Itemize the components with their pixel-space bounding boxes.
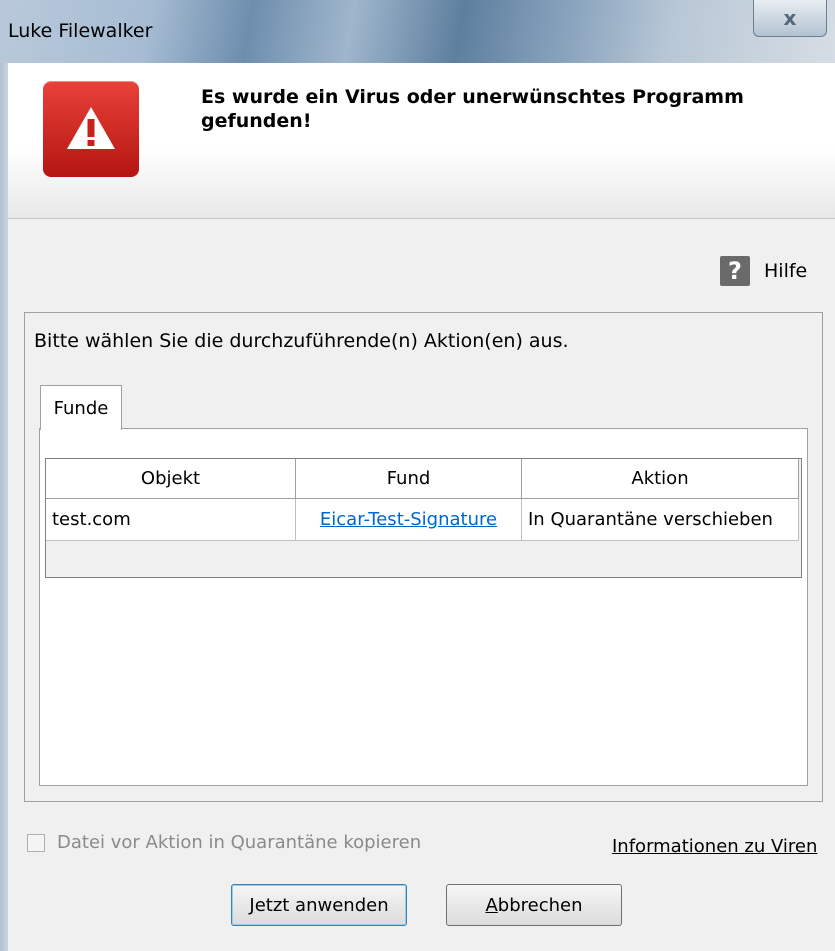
quarantine-copy-checkbox[interactable] bbox=[27, 833, 45, 852]
cell-object: test.com bbox=[46, 499, 296, 541]
close-icon: x bbox=[783, 6, 797, 30]
checkbox-label: Datei vor Aktion in Quarantäne kopieren bbox=[57, 832, 422, 853]
cancel-mnemonic: A bbox=[485, 894, 498, 916]
table-row[interactable]: test.com Eicar-Test-Signature In Quarant… bbox=[46, 499, 801, 541]
apply-label: etzt anwenden bbox=[254, 894, 389, 916]
finding-link[interactable]: Eicar-Test-Signature bbox=[320, 509, 497, 530]
alert-headline: Es wurde ein Virus oder unerwünschtes Pr… bbox=[201, 86, 744, 132]
apply-now-button[interactable]: Jetzt anwenden bbox=[231, 884, 407, 926]
warning-icon bbox=[43, 81, 139, 177]
quarantine-copy-option: Datei vor Aktion in Quarantäne kopieren bbox=[27, 832, 421, 853]
cell-finding: Eicar-Test-Signature bbox=[296, 499, 522, 541]
instruction-text: Bitte wählen Sie die durchzuführende(n) … bbox=[34, 330, 569, 352]
title-bar: Luke Filewalker x bbox=[0, 0, 835, 63]
close-button[interactable]: x bbox=[753, 0, 827, 37]
help-link[interactable]: ? Hilfe bbox=[720, 256, 807, 286]
alert-header: Es wurde ein Virus oder unerwünschtes Pr… bbox=[8, 63, 835, 219]
virus-info-link[interactable]: Informationen zu Viren bbox=[612, 836, 817, 857]
cancel-label: bbrechen bbox=[497, 894, 583, 916]
cancel-button[interactable]: Abbrechen bbox=[446, 884, 622, 926]
findings-table: Objekt Fund Aktion test.com Eicar-Test-S… bbox=[45, 458, 802, 578]
tab-label: Funde bbox=[53, 397, 109, 419]
window-frame bbox=[0, 63, 8, 951]
column-header-action[interactable]: Aktion bbox=[522, 459, 799, 499]
tab-funde[interactable]: Funde bbox=[40, 385, 122, 430]
cell-action[interactable]: In Quarantäne verschieben bbox=[522, 499, 799, 541]
help-label: Hilfe bbox=[764, 260, 808, 282]
column-header-finding[interactable]: Fund bbox=[296, 459, 522, 499]
help-icon: ? bbox=[720, 256, 750, 286]
table-header: Objekt Fund Aktion bbox=[46, 459, 801, 499]
window-title: Luke Filewalker bbox=[8, 20, 153, 42]
column-header-object[interactable]: Objekt bbox=[46, 459, 296, 499]
